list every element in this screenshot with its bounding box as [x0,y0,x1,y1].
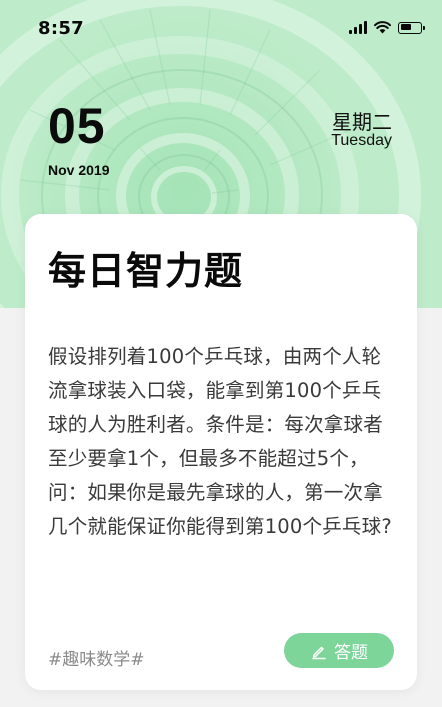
pen-icon [310,642,328,660]
weekday-english: Tuesday [331,132,392,149]
date-month-year: Nov 2019 [48,162,110,178]
signal-icon [349,21,367,34]
puzzle-question: 假设排列着100个乒乓球，由两个人轮流拿球装入口袋，能拿到第100个乒乓球的人为… [48,345,392,538]
date-day: 05 [48,98,106,154]
answer-button-label: 答题 [334,643,368,663]
wifi-icon [374,21,391,34]
topic-tag[interactable]: #趣味数学# [48,645,145,670]
answer-button[interactable]: 答题 [284,633,394,668]
battery-level [400,24,412,30]
weekday-chinese: 星期二 [332,110,392,134]
status-time: 8:57 [38,18,84,39]
status-bar: 8:57 [0,0,442,58]
puzzle-card: 每日智力题 假设排列着100个乒乓球，由两个人轮流拿球装入口袋，能拿到第100个… [25,214,417,690]
card-title: 每日智力题 [48,249,244,293]
status-icons [349,21,425,34]
battery-icon [398,21,425,34]
